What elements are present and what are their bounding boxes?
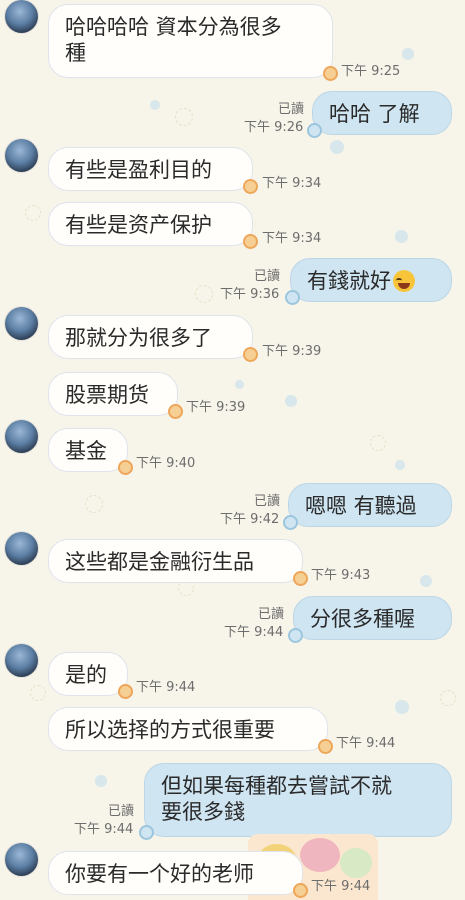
message-text: 有錢就好 bbox=[307, 269, 391, 293]
message-timestamp: 下午 9:42 bbox=[220, 512, 280, 527]
contact-avatar[interactable] bbox=[5, 139, 38, 172]
message-timestamp: 下午 9:40 bbox=[136, 456, 196, 471]
message-timestamp: 下午 9:34 bbox=[262, 176, 322, 191]
message-text: 这些都是金融衍生品 bbox=[65, 550, 254, 574]
tears-of-joy-emoji-icon bbox=[393, 270, 415, 292]
bubble-sticker-decoration-icon bbox=[243, 234, 258, 249]
contact-avatar[interactable] bbox=[5, 644, 38, 677]
contact-avatar[interactable] bbox=[5, 307, 38, 340]
message-text: 哈哈 了解 bbox=[329, 102, 420, 126]
message-text: 基金 bbox=[65, 439, 107, 463]
bubble-sticker-decoration-icon bbox=[323, 66, 338, 81]
message-bubble-incoming[interactable]: 有些是盈利目的 bbox=[48, 147, 258, 194]
message-text: 分很多種喔 bbox=[310, 607, 415, 631]
contact-avatar[interactable] bbox=[5, 843, 38, 876]
message-text: 有些是资产保护 bbox=[65, 213, 212, 237]
contact-avatar[interactable] bbox=[5, 532, 38, 565]
bubble-sticker-decoration-icon bbox=[293, 571, 308, 586]
message-text: 有些是盈利目的 bbox=[65, 158, 212, 182]
bubble-sticker-decoration-icon bbox=[118, 460, 133, 475]
read-receipt: 已讀 bbox=[108, 804, 135, 819]
message-timestamp: 下午 9:44 bbox=[336, 736, 396, 751]
message-text: 你要有一个好的老师 bbox=[65, 862, 254, 886]
bubble-sticker-decoration-icon bbox=[283, 515, 298, 530]
message-bubble-outgoing[interactable]: 有錢就好 bbox=[285, 258, 452, 305]
message-text: 是的 bbox=[65, 663, 107, 687]
bubble-sticker-decoration-icon bbox=[288, 628, 303, 643]
message-bubble-outgoing[interactable]: 嗯嗯 有聽過 bbox=[283, 483, 452, 530]
message-bubble-incoming[interactable]: 股票期货 bbox=[48, 372, 183, 419]
message-text-line2: 要很多錢 bbox=[161, 800, 245, 824]
message-timestamp: 下午 9:44 bbox=[136, 680, 196, 695]
message-text: 所以选择的方式很重要 bbox=[65, 718, 275, 742]
message-bubble-outgoing[interactable]: 哈哈 了解 bbox=[307, 91, 452, 138]
bubble-sticker-decoration-icon bbox=[118, 684, 133, 699]
message-timestamp: 下午 9:44 bbox=[311, 879, 371, 894]
message-timestamp: 下午 9:36 bbox=[220, 287, 280, 302]
contact-avatar[interactable] bbox=[5, 0, 38, 33]
message-bubble-incoming[interactable]: 这些都是金融衍生品 bbox=[48, 539, 308, 586]
message-bubble-incoming[interactable]: 是的 bbox=[48, 652, 133, 699]
bubble-sticker-decoration-icon bbox=[318, 739, 333, 754]
message-bubble-outgoing[interactable]: 分很多種喔 bbox=[288, 596, 452, 643]
message-timestamp: 下午 9:26 bbox=[244, 120, 304, 135]
message-bubble-incoming[interactable]: 你要有一个好的老师 bbox=[48, 851, 308, 898]
bubble-sticker-decoration-icon bbox=[243, 179, 258, 194]
bubble-sticker-decoration-icon bbox=[168, 404, 183, 419]
message-text: 但如果每種都去嘗試不就 bbox=[161, 774, 392, 798]
message-text: 哈哈哈哈 資本分為很多 bbox=[65, 15, 282, 39]
message-timestamp: 下午 9:43 bbox=[311, 568, 371, 583]
read-receipt: 已讀 bbox=[254, 269, 281, 284]
bubble-sticker-decoration-icon bbox=[307, 123, 322, 138]
message-bubble-incoming[interactable]: 那就分为很多了 bbox=[48, 315, 258, 362]
message-text-line2: 種 bbox=[65, 41, 86, 65]
message-timestamp: 下午 9:34 bbox=[262, 231, 322, 246]
read-receipt: 已讀 bbox=[278, 102, 305, 117]
message-timestamp: 下午 9:25 bbox=[341, 64, 401, 79]
message-bubble-incoming[interactable]: 哈哈哈哈 資本分為很多 種 bbox=[48, 4, 338, 81]
message-text: 股票期货 bbox=[65, 383, 149, 407]
message-bubble-outgoing[interactable]: 但如果每種都去嘗試不就 要很多錢 bbox=[139, 763, 452, 840]
bubble-sticker-decoration-icon bbox=[285, 290, 300, 305]
message-bubble-incoming[interactable]: 有些是资产保护 bbox=[48, 202, 258, 249]
bubble-sticker-decoration-icon bbox=[139, 825, 154, 840]
message-text: 那就分为很多了 bbox=[65, 326, 212, 350]
bubble-sticker-decoration-icon bbox=[243, 347, 258, 362]
message-timestamp: 下午 9:39 bbox=[186, 400, 246, 415]
read-receipt: 已讀 bbox=[258, 607, 285, 622]
read-receipt: 已讀 bbox=[254, 494, 281, 509]
message-timestamp: 下午 9:44 bbox=[224, 625, 284, 640]
message-bubble-incoming[interactable]: 基金 bbox=[48, 428, 133, 475]
message-timestamp: 下午 9:39 bbox=[262, 344, 322, 359]
contact-avatar[interactable] bbox=[5, 420, 38, 453]
bubble-sticker-decoration-icon bbox=[293, 883, 308, 898]
message-text: 嗯嗯 有聽過 bbox=[305, 494, 417, 518]
message-bubble-incoming[interactable]: 所以选择的方式很重要 bbox=[48, 707, 333, 754]
message-timestamp: 下午 9:44 bbox=[74, 822, 134, 837]
